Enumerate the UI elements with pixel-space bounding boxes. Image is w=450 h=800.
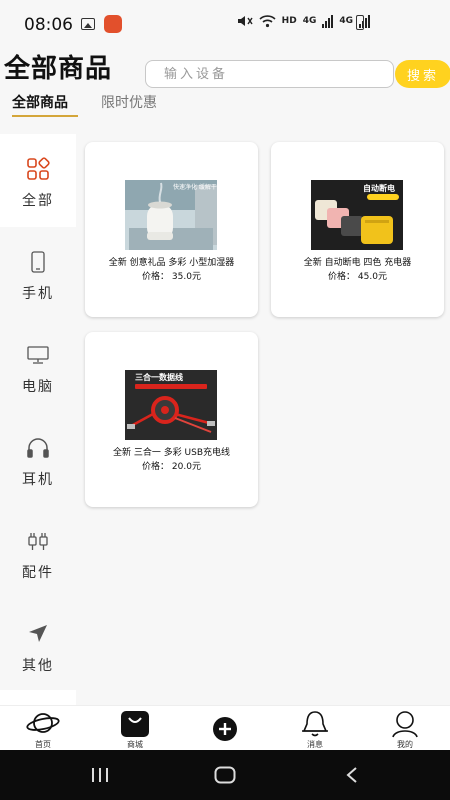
monitor-icon <box>25 342 51 368</box>
user-icon <box>392 711 418 738</box>
nav-messages[interactable]: 消息 <box>285 706 345 751</box>
search-button[interactable]: 搜索 <box>395 60 450 88</box>
sidebar-item-label: 电脑 <box>22 379 54 395</box>
network-4g-label-a: 4G <box>302 16 317 26</box>
plug-icon <box>25 528 51 554</box>
product-grid: 快速净化 缓解干燥 全新 创意礼品 多彩 小型加湿器 价格： 35.0元 自动断… <box>76 130 450 705</box>
bottom-nav: 首页 商城 消息 我的 <box>0 705 450 750</box>
app-notification-icon <box>104 15 122 33</box>
grid-icon <box>25 156 51 182</box>
back-button-icon[interactable] <box>345 766 359 784</box>
headphones-icon <box>25 435 51 461</box>
tab-bar: 全部商品 限时优惠 <box>0 90 450 130</box>
sidebar-item-label: 耳机 <box>22 472 54 488</box>
sidebar-item-label: 配件 <box>22 565 54 581</box>
category-sidebar: 全部 手机 电脑 耳机 配件 其他 <box>0 130 76 690</box>
battery-icon <box>356 15 364 30</box>
nav-home[interactable]: 首页 <box>13 706 73 751</box>
product-name: 全新 创意礼品 多彩 小型加湿器 <box>108 258 235 268</box>
nav-label: 首页 <box>35 740 51 749</box>
product-name: 全新 自动断电 四色 充电器 <box>303 258 412 268</box>
sidebar-item-headphones[interactable]: 耳机 <box>0 413 76 506</box>
bell-icon <box>302 711 328 737</box>
recent-apps-icon[interactable] <box>90 767 110 783</box>
shopping-bag-icon <box>121 711 149 737</box>
product-image-charger: 自动断电 <box>311 180 403 250</box>
gallery-icon <box>81 18 95 30</box>
nav-label: 消息 <box>307 740 323 749</box>
wifi-icon <box>259 15 276 28</box>
status-time: 08:06 <box>24 15 73 35</box>
nav-label: 我的 <box>397 740 413 749</box>
nav-mall[interactable]: 商城 <box>105 706 165 751</box>
product-image-text: 自动断电 <box>363 183 395 193</box>
signal-icon <box>322 14 334 28</box>
nav-label: 商城 <box>127 740 143 749</box>
system-navigation-bar <box>0 750 450 800</box>
product-image-text: 快速净化 缓解干燥 <box>173 183 217 191</box>
sidebar-item-other[interactable]: 其他 <box>0 599 76 692</box>
planet-icon <box>26 713 60 733</box>
nav-profile[interactable]: 我的 <box>375 706 435 751</box>
product-name: 全新 三合一 多彩 USB充电线 <box>112 448 231 458</box>
product-card[interactable]: 快速净化 缓解干燥 全新 创意礼品 多彩 小型加湿器 价格： 35.0元 <box>85 142 258 317</box>
product-image-usb-cable: 三合一数据线 <box>125 370 217 440</box>
header: 全部商品 <box>0 48 450 90</box>
home-button-icon[interactable] <box>214 766 236 784</box>
sidebar-item-label: 手机 <box>22 286 54 302</box>
sidebar-item-label: 其他 <box>22 658 54 674</box>
search-input[interactable] <box>145 60 394 88</box>
status-indicators: HD 4G 4G <box>237 14 370 28</box>
status-bar: 08:06 HD 4G 4G <box>0 0 450 48</box>
sidebar-item-phone[interactable]: 手机 <box>0 227 76 320</box>
product-price: 价格： 20.0元 <box>142 462 201 472</box>
network-4g-label-b: 4G <box>339 16 353 26</box>
network-hd-label: HD <box>281 16 297 26</box>
active-tab-indicator <box>12 115 78 117</box>
phone-icon <box>25 249 51 275</box>
tab-all-products[interactable]: 全部商品 <box>12 92 68 112</box>
page-title: 全部商品 <box>4 54 113 84</box>
mute-icon <box>237 16 253 26</box>
sidebar-item-accessories[interactable]: 配件 <box>0 506 76 599</box>
product-price: 价格： 35.0元 <box>142 272 201 282</box>
product-card[interactable]: 自动断电 全新 自动断电 四色 充电器 价格： 45.0元 <box>271 142 444 317</box>
product-card[interactable]: 三合一数据线 全新 三合一 多彩 USB充电线 价格： 20.0元 <box>85 332 258 507</box>
sidebar-item-computer[interactable]: 电脑 <box>0 320 76 413</box>
tab-limited-offers[interactable]: 限时优惠 <box>101 92 157 112</box>
add-icon <box>213 717 237 741</box>
sidebar-item-all[interactable]: 全部 <box>0 134 76 227</box>
product-image-humidifier: 快速净化 缓解干燥 <box>125 180 217 250</box>
navigation-arrow-icon <box>25 621 51 647</box>
sidebar-item-label: 全部 <box>22 193 54 209</box>
nav-add[interactable] <box>195 706 255 751</box>
product-image-text: 三合一数据线 <box>135 372 183 382</box>
product-price: 价格： 45.0元 <box>328 272 387 282</box>
